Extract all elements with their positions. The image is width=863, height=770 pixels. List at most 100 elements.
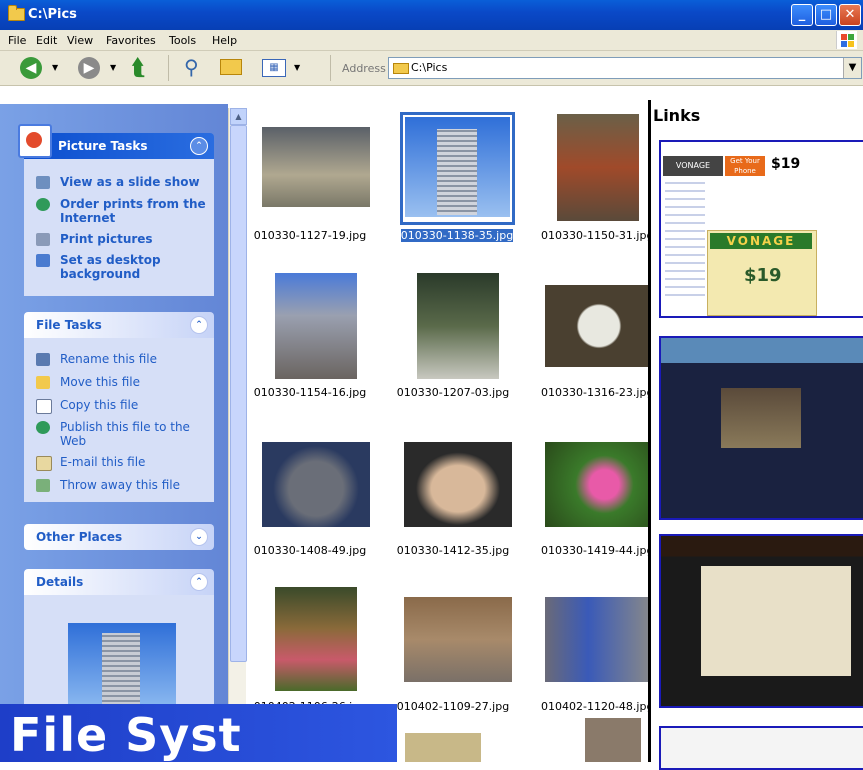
menu-help[interactable]: Help [212, 34, 237, 47]
menu-tools[interactable]: Tools [169, 34, 196, 47]
file-item[interactable]: 010330-1154-16.jpg [245, 255, 375, 405]
link-thumbnail[interactable] [659, 726, 863, 770]
picture-tasks-icon [18, 124, 52, 158]
address-dropdown-icon[interactable]: ▼ [843, 58, 861, 78]
toolbar-separator [168, 55, 169, 81]
address-label: Address [342, 62, 386, 75]
link-thumbnail[interactable] [659, 534, 863, 708]
file-name: 010330-1408-49.jpg [253, 544, 367, 557]
file-item[interactable]: 010330-1412-35.jpg [388, 430, 518, 580]
task-set-desktop-background[interactable]: Set as desktop background [36, 253, 208, 281]
file-item[interactable]: 010330-1127-19.jpg [245, 100, 375, 250]
folders-icon[interactable] [220, 59, 242, 75]
file-name: 010330-1207-03.jpg [396, 386, 510, 399]
minimize-button[interactable]: _ [791, 4, 813, 26]
file-item[interactable]: 010402-1120-48.jpg [535, 585, 665, 735]
collapse-icon[interactable]: ⌃ [190, 137, 208, 155]
file-tasks-title: File Tasks [36, 318, 102, 332]
title-bar[interactable]: C:\Pics _ □ ✕ [0, 0, 863, 30]
file-item[interactable]: 010330-1138-35.jpg [388, 100, 518, 250]
file-item[interactable]: 010330-1408-49.jpg [245, 430, 375, 580]
picture-tasks-header[interactable]: Picture Tasks ⌃ [24, 133, 214, 159]
file-name: 010330-1154-16.jpg [253, 386, 367, 399]
links-title: Links [653, 106, 701, 125]
thumbnail-image[interactable] [405, 733, 481, 762]
details-title: Details [36, 575, 84, 589]
folder-icon [8, 5, 25, 21]
task-pane: Picture Tasks ⌃ View as a slide show Ord… [0, 104, 228, 762]
details-header[interactable]: Details ⌃ [24, 569, 214, 595]
details-preview-image [68, 623, 176, 707]
file-name: 010330-1412-35.jpg [396, 544, 510, 557]
expand-icon[interactable]: ⌄ [190, 528, 208, 546]
menu-bar: File Edit View Favorites Tools Help [0, 30, 863, 51]
picture-tasks-body: View as a slide show Order prints from t… [24, 159, 214, 296]
task-copy-file[interactable]: Copy this file [36, 398, 208, 414]
toolbar-separator [330, 55, 331, 81]
toolbar: ◀ ▼ ▶ ▼ ⮬ ⚲ ▦ ▼ Address C:\Pics ▼ [0, 51, 863, 86]
desktop-icon [36, 254, 50, 267]
task-rename-file[interactable]: Rename this file [36, 352, 208, 366]
globe-icon [36, 198, 50, 211]
file-item[interactable]: 010330-1316-23.jpg [535, 255, 665, 405]
task-email-file[interactable]: E-mail this file [36, 455, 208, 471]
maximize-button[interactable]: □ [815, 4, 837, 26]
back-dropdown-icon[interactable]: ▼ [52, 63, 58, 72]
file-item[interactable]: 010330-1419-44.jpg [535, 430, 665, 580]
other-places-title: Other Places [36, 530, 123, 544]
thumbnail-image [262, 442, 370, 527]
collapse-icon[interactable]: ⌃ [190, 573, 208, 591]
thumbnail-image [417, 273, 499, 379]
forward-dropdown-icon[interactable]: ▼ [110, 63, 116, 72]
task-print-pictures[interactable]: Print pictures [36, 232, 208, 246]
thumbnail-image [557, 114, 639, 221]
task-pane-scrollbar[interactable]: ▲ [228, 108, 247, 762]
link-thumbnail[interactable]: VONAGE Get Your Phone $19 VONAGE $19 [659, 140, 863, 318]
ad-brand-small: VONAGE [663, 156, 723, 176]
address-value: C:\Pics [411, 61, 448, 74]
back-button[interactable]: ◀ [20, 57, 42, 79]
file-tasks-header[interactable]: File Tasks ⌃ [24, 312, 214, 338]
ad-price: $19 [744, 265, 782, 286]
folder-icon [393, 63, 409, 74]
link-thumbnail[interactable] [659, 336, 863, 520]
address-input[interactable]: C:\Pics ▼ [388, 57, 862, 79]
picture-tasks-title: Picture Tasks [58, 139, 148, 153]
views-icon[interactable]: ▦ [262, 59, 286, 77]
menu-favorites[interactable]: Favorites [106, 34, 156, 47]
views-dropdown-icon[interactable]: ▼ [294, 63, 300, 72]
menu-view[interactable]: View [67, 34, 93, 47]
file-name: 010330-1127-19.jpg [253, 229, 367, 242]
file-view: 010330-1127-19.jpg 010330-1138-35.jpg 01… [245, 100, 653, 762]
banner-text: File Syst [10, 708, 242, 762]
task-slide-show[interactable]: View as a slide show [36, 175, 208, 189]
windows-logo-icon [836, 31, 857, 49]
file-item[interactable]: 010330-1150-31.jpg [535, 100, 665, 250]
file-item[interactable]: 010402-1109-27.jpg [388, 585, 518, 735]
other-places-header[interactable]: Other Places ⌄ [24, 524, 214, 550]
links-pane: Links VONAGE Get Your Phone $19 VONAGE $… [648, 100, 863, 770]
window-title: C:\Pics [28, 7, 77, 22]
thumbnail-image [404, 442, 512, 527]
collapse-icon[interactable]: ⌃ [190, 316, 208, 334]
ad-price-small: $19 [771, 156, 801, 172]
task-order-prints[interactable]: Order prints from the Internet [36, 197, 208, 225]
close-button[interactable]: ✕ [839, 4, 861, 26]
up-folder-icon[interactable]: ⮬ [132, 56, 145, 81]
file-name: 010402-1109-27.jpg [396, 700, 510, 713]
task-delete-file[interactable]: Throw away this file [36, 478, 208, 492]
menu-edit[interactable]: Edit [36, 34, 57, 47]
menu-file[interactable]: File [8, 34, 26, 47]
forward-button[interactable]: ▶ [78, 57, 100, 79]
task-move-file[interactable]: Move this file [36, 375, 208, 389]
file-tasks-body: Rename this file Move this file Copy thi… [24, 338, 214, 502]
slideshow-icon [36, 176, 50, 189]
caption-banner: File Syst [0, 704, 397, 762]
task-publish-file[interactable]: Publish this file to the Web [36, 420, 208, 448]
move-icon [36, 376, 50, 389]
search-icon[interactable]: ⚲ [184, 55, 199, 79]
thumbnail-image[interactable] [585, 718, 641, 762]
thumbnail-image [262, 127, 370, 207]
recycle-bin-icon [36, 479, 50, 492]
file-item[interactable]: 010330-1207-03.jpg [388, 255, 518, 405]
